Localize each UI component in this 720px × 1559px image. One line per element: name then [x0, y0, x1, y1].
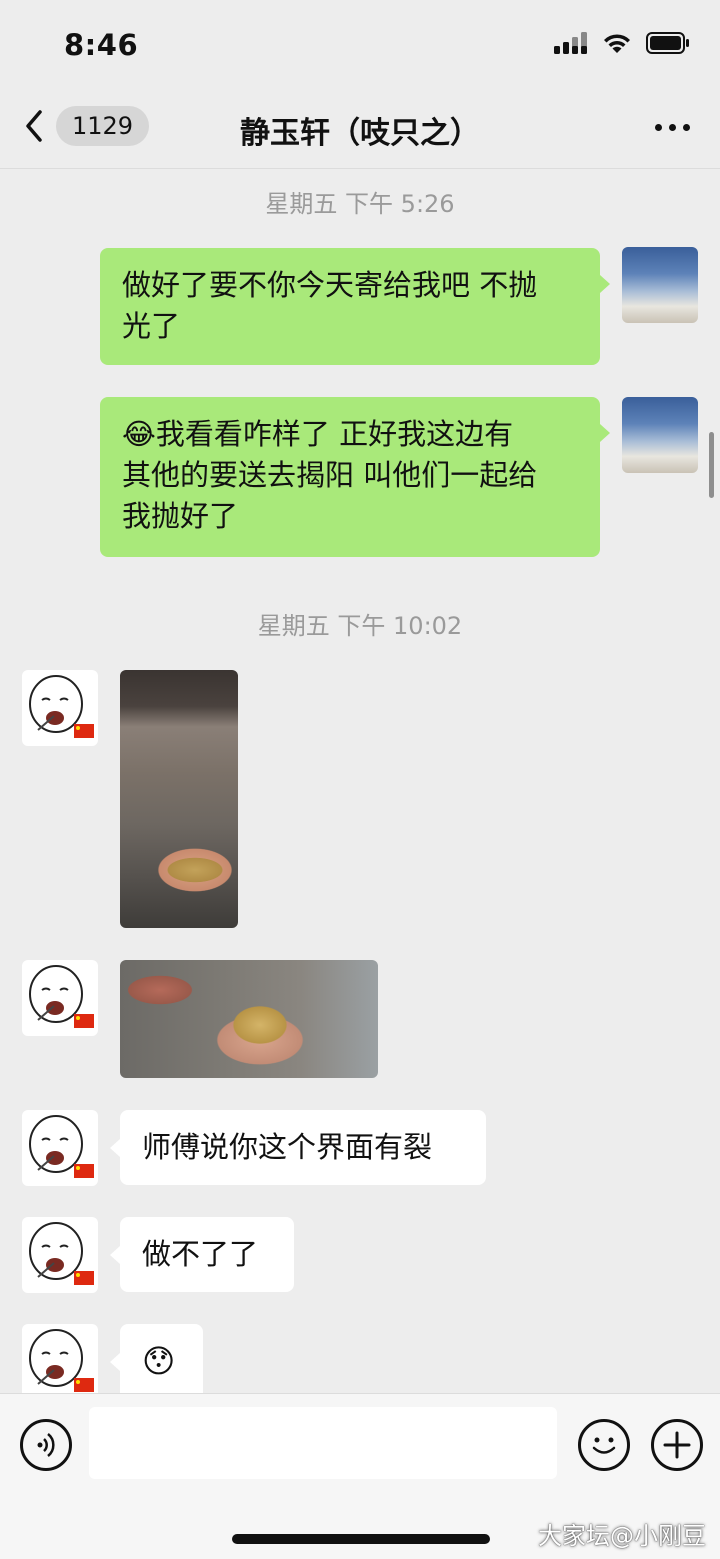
- watermark: 大家坛@小刚豆: [538, 1522, 706, 1550]
- contact-message-bubble[interactable]: 😯: [120, 1324, 203, 1393]
- contact-avatar[interactable]: [22, 670, 98, 746]
- battery-icon: [646, 32, 689, 54]
- photo-message[interactable]: [120, 960, 378, 1078]
- bubble-tail: [600, 275, 610, 293]
- signal-icon: [554, 32, 587, 54]
- message-text: 我抛好了: [122, 499, 239, 533]
- bubble-tail: [600, 424, 610, 442]
- cartoon-face-icon: [29, 1329, 94, 1392]
- chat-area[interactable]: 星期五 下午 5:26 做好了要不你今天寄给我吧 不抛 光了 😂我看看咋样了 正…: [0, 169, 720, 1393]
- photo-message[interactable]: [120, 670, 238, 928]
- timestamp: 星期五 下午 10:02: [257, 612, 463, 640]
- message-text: 师傅说你这个界面有裂: [142, 1130, 433, 1164]
- message-text: 光了: [122, 309, 181, 343]
- message-text: 我看看咋样了 正好我这边有: [155, 417, 514, 451]
- more-button[interactable]: [655, 124, 690, 131]
- bubble-tail: [110, 1246, 120, 1264]
- input-bar: 大家坛@小刚豆: [0, 1393, 720, 1559]
- more-icon-dot: [669, 124, 676, 131]
- nav-bar: 1129 静玉轩（吱只之）: [0, 90, 720, 169]
- more-icon-dot: [683, 124, 690, 131]
- cartoon-face-icon: [29, 965, 94, 1028]
- contact-avatar[interactable]: [22, 960, 98, 1036]
- contact-message-bubble[interactable]: 做不了了: [120, 1217, 294, 1292]
- my-avatar[interactable]: [622, 397, 698, 473]
- plus-icon: [663, 1431, 691, 1459]
- contact-avatar[interactable]: [22, 1110, 98, 1186]
- status-time: 8:46: [64, 28, 139, 62]
- emoji-button[interactable]: [578, 1419, 630, 1471]
- message-text: 做不了了: [142, 1237, 259, 1271]
- message-text: 做好了要不你今天寄给我吧 不抛: [122, 268, 538, 302]
- my-message-bubble[interactable]: 做好了要不你今天寄给我吧 不抛 光了: [100, 248, 600, 365]
- contact-avatar[interactable]: [22, 1217, 98, 1293]
- wifi-icon: [604, 34, 630, 53]
- bubble-tail: [110, 1353, 120, 1371]
- my-avatar[interactable]: [622, 247, 698, 323]
- cartoon-face-icon: [29, 1222, 94, 1285]
- voice-icon: [37, 1433, 55, 1457]
- message-text: 其他的要送去揭阳 叫他们一起给: [122, 458, 538, 492]
- surprised-emoji-icon: 😯: [142, 1342, 176, 1380]
- voice-button[interactable]: [20, 1419, 72, 1471]
- status-bar: 8:46: [0, 0, 720, 90]
- chat-title: 静玉轩（吱只之）: [240, 116, 480, 151]
- home-indicator[interactable]: [232, 1534, 490, 1544]
- bubble-tail: [110, 1139, 120, 1157]
- contact-avatar[interactable]: [22, 1324, 98, 1393]
- cartoon-face-icon: [29, 675, 94, 738]
- more-icon: [655, 124, 662, 131]
- message-input[interactable]: [89, 1407, 557, 1479]
- status-icons: [554, 32, 690, 54]
- emoji-icon: [592, 1437, 616, 1454]
- scrollbar[interactable]: [709, 432, 714, 498]
- laughing-emoji-icon: 😂: [122, 417, 156, 451]
- cartoon-face-icon: [29, 1115, 94, 1178]
- my-message-bubble[interactable]: 😂我看看咋样了 正好我这边有 其他的要送去揭阳 叫他们一起给 我抛好了: [100, 397, 600, 557]
- contact-message-bubble[interactable]: 师傅说你这个界面有裂: [120, 1110, 486, 1185]
- timestamp: 星期五 下午 5:26: [265, 190, 455, 218]
- plus-button[interactable]: [651, 1419, 703, 1471]
